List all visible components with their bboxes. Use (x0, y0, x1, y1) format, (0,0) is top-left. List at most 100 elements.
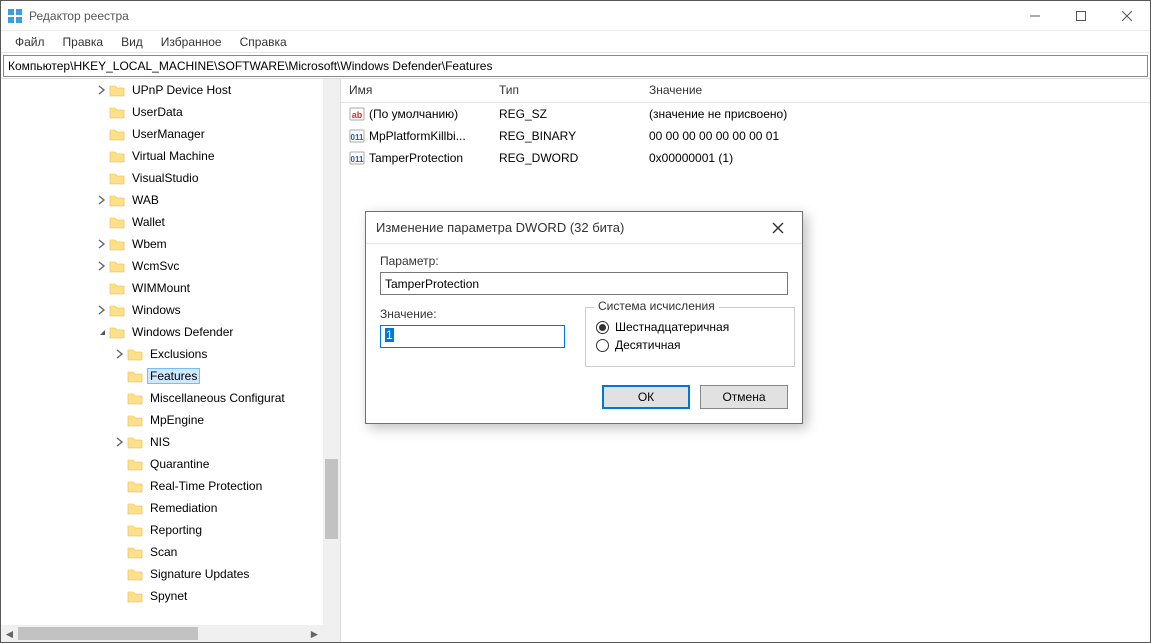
tree-item[interactable]: Signature Updates (5, 563, 340, 585)
dialog-close-button[interactable] (764, 214, 792, 242)
tree-list[interactable]: UPnP Device HostUserData UserManager Virtu… (1, 79, 340, 642)
tree-item[interactable]: Windows (5, 299, 340, 321)
tree-item-label: MpEngine (147, 413, 207, 427)
tree-item[interactable]: Features (5, 365, 340, 387)
value-name: MpPlatformKillbi... (369, 129, 466, 143)
tree-item[interactable]: UPnP Device Host (5, 79, 340, 101)
tree-item[interactable]: WAB (5, 189, 340, 211)
tree-item[interactable]: WIMMount (5, 277, 340, 299)
tree-item[interactable]: Remediation (5, 497, 340, 519)
chevron-right-icon[interactable] (113, 347, 127, 361)
hscroll-thumb[interactable] (18, 627, 198, 640)
tree-item[interactable]: Virtual Machine (5, 145, 340, 167)
folder-icon (109, 325, 125, 339)
tree-item-label: Remediation (147, 501, 220, 515)
tree-item-label: Spynet (147, 589, 190, 603)
tree-vscrollbar[interactable] (323, 79, 340, 642)
col-value[interactable]: Значение (641, 79, 1150, 102)
value-data-field[interactable]: 1 (380, 325, 565, 348)
folder-icon (109, 149, 125, 163)
value-row[interactable]: ab(По умолчанию)REG_SZ(значение не присв… (341, 103, 1150, 125)
tree-item-label: Scan (147, 545, 180, 559)
menu-view[interactable]: Вид (113, 33, 151, 51)
values-header[interactable]: Имя Тип Значение (341, 79, 1150, 103)
tree-item-label: WAB (129, 193, 162, 207)
param-name-field[interactable] (380, 272, 788, 295)
tree-item[interactable]: Scan (5, 541, 340, 563)
address-bar[interactable]: Компьютер\HKEY_LOCAL_MACHINE\SOFTWARE\Mi… (3, 55, 1148, 77)
menu-edit[interactable]: Правка (55, 33, 112, 51)
tree-item[interactable]: Wbem (5, 233, 340, 255)
radio-dec[interactable]: Десятичная (596, 338, 784, 352)
tree-item[interactable]: UserData (5, 101, 340, 123)
tree-vscrollbar-thumb[interactable] (325, 459, 338, 539)
menu-help[interactable]: Справка (232, 33, 295, 51)
value-row[interactable]: 011TamperProtectionREG_DWORD0x00000001 (… (341, 147, 1150, 169)
folder-icon (109, 193, 125, 207)
radio-hex[interactable]: Шестнадцатеричная (596, 320, 784, 334)
col-type[interactable]: Тип (491, 79, 641, 102)
chevron-right-icon[interactable] (95, 237, 109, 251)
tree-item-label: Features (147, 368, 200, 384)
tree-item[interactable]: Windows Defender (5, 321, 340, 343)
folder-icon (109, 215, 125, 229)
tree-item[interactable]: WcmSvc (5, 255, 340, 277)
value-type: REG_BINARY (491, 129, 641, 143)
chevron-right-icon[interactable] (95, 193, 109, 207)
hscroll-track[interactable] (18, 625, 306, 642)
hscroll-right-icon[interactable]: ► (306, 625, 323, 642)
folder-icon (127, 479, 143, 493)
tree-hscrollbar[interactable]: ◄ ► (1, 625, 323, 642)
tree-item-label: Virtual Machine (129, 149, 218, 163)
tree-item-label: Reporting (147, 523, 205, 537)
value-type: REG_DWORD (491, 151, 641, 165)
ok-button[interactable]: ОК (602, 385, 690, 409)
folder-icon (127, 501, 143, 515)
folder-icon (109, 105, 125, 119)
tree-item[interactable]: Miscellaneous Configurat (5, 387, 340, 409)
chevron-right-icon[interactable] (113, 435, 127, 449)
folder-icon (127, 347, 143, 361)
tree-item-label: Signature Updates (147, 567, 252, 581)
chevron-right-icon[interactable] (95, 303, 109, 317)
dialog-title: Изменение параметра DWORD (32 бита) (376, 220, 764, 235)
folder-icon (127, 435, 143, 449)
tree-item-label: Windows (129, 303, 184, 317)
tree-item[interactable]: MpEngine (5, 409, 340, 431)
tree-item[interactable]: VisualStudio (5, 167, 340, 189)
tree-item[interactable]: Exclusions (5, 343, 340, 365)
chevron-right-icon[interactable] (95, 83, 109, 97)
menu-file[interactable]: Файл (7, 33, 53, 51)
maximize-button[interactable] (1058, 1, 1104, 31)
svg-text:ab: ab (352, 110, 363, 120)
dialog-titlebar[interactable]: Изменение параметра DWORD (32 бита) (366, 212, 802, 244)
tree-item[interactable]: Quarantine (5, 453, 340, 475)
tree-item[interactable]: UserManager (5, 123, 340, 145)
col-name[interactable]: Имя (341, 79, 491, 102)
cancel-button[interactable]: Отмена (700, 385, 788, 409)
folder-icon (109, 171, 125, 185)
folder-icon (127, 457, 143, 471)
tree-item-label: WIMMount (129, 281, 193, 295)
close-button[interactable] (1104, 1, 1150, 31)
value-row[interactable]: 011MpPlatformKillbi...REG_BINARY00 00 00… (341, 125, 1150, 147)
tree-item[interactable]: NIS (5, 431, 340, 453)
tree-pane: UPnP Device HostUserData UserManager Virtu… (1, 79, 341, 642)
chevron-right-icon[interactable] (95, 259, 109, 273)
tree-item[interactable]: Real-Time Protection (5, 475, 340, 497)
tree-item[interactable]: Reporting (5, 519, 340, 541)
values-body[interactable]: ab(По умолчанию)REG_SZ(значение не присв… (341, 103, 1150, 169)
tree-item[interactable]: Wallet (5, 211, 340, 233)
menu-favorites[interactable]: Избранное (153, 33, 230, 51)
tree-item-label: UserManager (129, 127, 208, 141)
tree-item-label: Miscellaneous Configurat (147, 391, 288, 405)
window-controls (1012, 1, 1150, 31)
value-data: (значение не присвоено) (641, 107, 1150, 121)
folder-icon (127, 391, 143, 405)
tree-item-label: VisualStudio (129, 171, 202, 185)
dialog-body: Параметр: Значение: 1 Система исчисления… (366, 244, 802, 423)
tree-item[interactable]: Spynet (5, 585, 340, 607)
chevron-down-icon[interactable] (95, 325, 109, 339)
hscroll-left-icon[interactable]: ◄ (1, 625, 18, 642)
minimize-button[interactable] (1012, 1, 1058, 31)
